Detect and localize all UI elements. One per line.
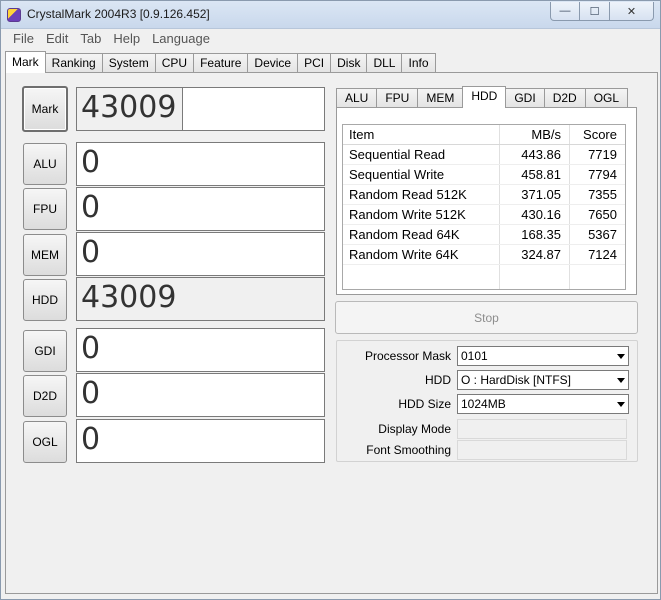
gdi-score-value: 0: [76, 328, 325, 372]
font-smoothing-field: [457, 440, 627, 460]
tab-mark[interactable]: Mark: [5, 51, 46, 73]
menu-help[interactable]: Help: [107, 30, 146, 48]
d2d-button[interactable]: D2D: [23, 375, 67, 417]
row-score: 7355: [588, 187, 617, 202]
subtab-hdd[interactable]: HDD: [462, 86, 507, 108]
menu-edit[interactable]: Edit: [40, 30, 74, 48]
row-mbs: 458.81: [521, 167, 561, 182]
row-item: Random Read 64K: [349, 227, 460, 242]
benchmark-tab-strip: ALU FPU MEM HDD GDI D2D OGL: [336, 86, 629, 108]
tab-cpu[interactable]: CPU: [154, 53, 195, 73]
display-mode-field: [457, 419, 627, 439]
menu-bar: File Edit Tab Help Language: [1, 29, 660, 49]
caption-buttons: — ☐ ✕: [550, 2, 654, 22]
alu-button[interactable]: ALU: [23, 143, 67, 185]
hdd-select[interactable]: O : HardDisk [NTFS]: [457, 370, 629, 390]
row-score: 7794: [588, 167, 617, 182]
table-row[interactable]: Sequential Write 458.81 7794: [343, 165, 625, 185]
mem-button[interactable]: MEM: [23, 234, 67, 276]
subtab-gdi[interactable]: GDI: [505, 88, 545, 108]
row-mbs: 168.35: [521, 227, 561, 242]
hdd-button[interactable]: HDD: [23, 279, 67, 321]
menu-tab[interactable]: Tab: [74, 30, 107, 48]
window-title: CrystalMark 2004R3 [0.9.126.452]: [27, 7, 210, 21]
chevron-down-icon: [617, 354, 625, 359]
subtab-alu[interactable]: ALU: [336, 88, 378, 108]
mark-score-box: 43009: [76, 87, 325, 131]
tab-feature[interactable]: Feature: [193, 53, 249, 73]
table-row[interactable]: Random Read 64K 168.35 5367: [343, 225, 625, 245]
tab-system[interactable]: System: [101, 53, 156, 73]
hdd-results-panel: Item MB/s Score Sequential Read 443.86 7…: [336, 107, 637, 295]
font-smoothing-label: Font Smoothing: [366, 443, 451, 457]
mem-score-value: 0: [76, 232, 325, 276]
display-mode-label: Display Mode: [378, 422, 451, 436]
mark-score-value: 43009: [77, 88, 183, 130]
row-mbs: 324.87: [521, 247, 561, 262]
maximize-button[interactable]: ☐: [580, 2, 610, 21]
ogl-button[interactable]: OGL: [23, 421, 67, 463]
app-window: CrystalMark 2004R3 [0.9.126.452] — ☐ ✕ F…: [0, 0, 661, 600]
table-row[interactable]: Random Write 64K 324.87 7124: [343, 245, 625, 265]
row-item: Random Write 512K: [349, 207, 466, 222]
chevron-down-icon: [617, 402, 625, 407]
hdd-results-table: Item MB/s Score Sequential Read 443.86 7…: [342, 124, 626, 290]
row-mbs: 430.16: [521, 207, 561, 222]
table-row[interactable]: Sequential Read 443.86 7719: [343, 145, 625, 165]
header-mbs[interactable]: MB/s: [499, 127, 565, 142]
row-item: Sequential Read: [349, 147, 446, 162]
fpu-score-value: 0: [76, 187, 325, 231]
table-header: Item MB/s Score: [343, 125, 625, 145]
alu-score-value: 0: [76, 142, 325, 186]
tab-info[interactable]: Info: [401, 53, 436, 73]
hdd-size-value: 1024MB: [461, 397, 506, 411]
stop-button[interactable]: Stop: [335, 301, 638, 334]
hdd-label: HDD: [425, 373, 451, 387]
row-item: Sequential Write: [349, 167, 445, 182]
fpu-button[interactable]: FPU: [23, 188, 67, 230]
crystalmark-app-icon: [7, 8, 21, 22]
header-item[interactable]: Item: [349, 127, 374, 142]
tab-device[interactable]: Device: [247, 53, 299, 73]
header-score[interactable]: Score: [569, 127, 621, 142]
hdd-size-select[interactable]: 1024MB: [457, 394, 629, 414]
row-mbs: 371.05: [521, 187, 561, 202]
processor-mask-select[interactable]: 0101: [457, 346, 629, 366]
tab-disk[interactable]: Disk: [330, 53, 368, 73]
ogl-score-value: 0: [76, 419, 325, 463]
row-score: 7650: [588, 207, 617, 222]
close-button[interactable]: ✕: [610, 2, 654, 21]
table-row[interactable]: Random Read 512K 371.05 7355: [343, 185, 625, 205]
subtab-d2d[interactable]: D2D: [543, 88, 586, 108]
minimize-button[interactable]: —: [550, 2, 580, 21]
row-mbs: 443.86: [521, 147, 561, 162]
hdd-size-label: HDD Size: [398, 397, 451, 411]
menu-language[interactable]: Language: [146, 30, 216, 48]
d2d-score-value: 0: [76, 373, 325, 417]
row-item: Random Write 64K: [349, 247, 459, 262]
tab-pci[interactable]: PCI: [297, 53, 332, 73]
settings-group: Processor Mask 0101 HDD O : HardDisk [NT…: [336, 340, 638, 462]
subtab-ogl[interactable]: OGL: [584, 88, 629, 108]
row-score: 7124: [588, 247, 617, 262]
hdd-score-value: 43009: [76, 277, 325, 321]
title-bar[interactable]: CrystalMark 2004R3 [0.9.126.452] — ☐ ✕: [1, 1, 660, 29]
hdd-value: O : HardDisk [NTFS]: [461, 373, 572, 387]
row-score: 5367: [588, 227, 617, 242]
row-score: 7719: [588, 147, 617, 162]
tab-ranking[interactable]: Ranking: [44, 53, 103, 73]
table-row[interactable]: Random Write 512K 430.16 7650: [343, 205, 625, 225]
menu-file[interactable]: File: [7, 30, 40, 48]
processor-mask-label: Processor Mask: [364, 349, 451, 363]
main-tab-strip: Mark Ranking System CPU Feature Device P…: [5, 51, 436, 73]
subtab-mem[interactable]: MEM: [417, 88, 464, 108]
subtab-fpu[interactable]: FPU: [376, 88, 419, 108]
row-item: Random Read 512K: [349, 187, 467, 202]
mark-button[interactable]: Mark: [22, 86, 68, 132]
tab-dll[interactable]: DLL: [366, 53, 403, 73]
chevron-down-icon: [617, 378, 625, 383]
processor-mask-value: 0101: [461, 349, 488, 363]
gdi-button[interactable]: GDI: [23, 330, 67, 372]
